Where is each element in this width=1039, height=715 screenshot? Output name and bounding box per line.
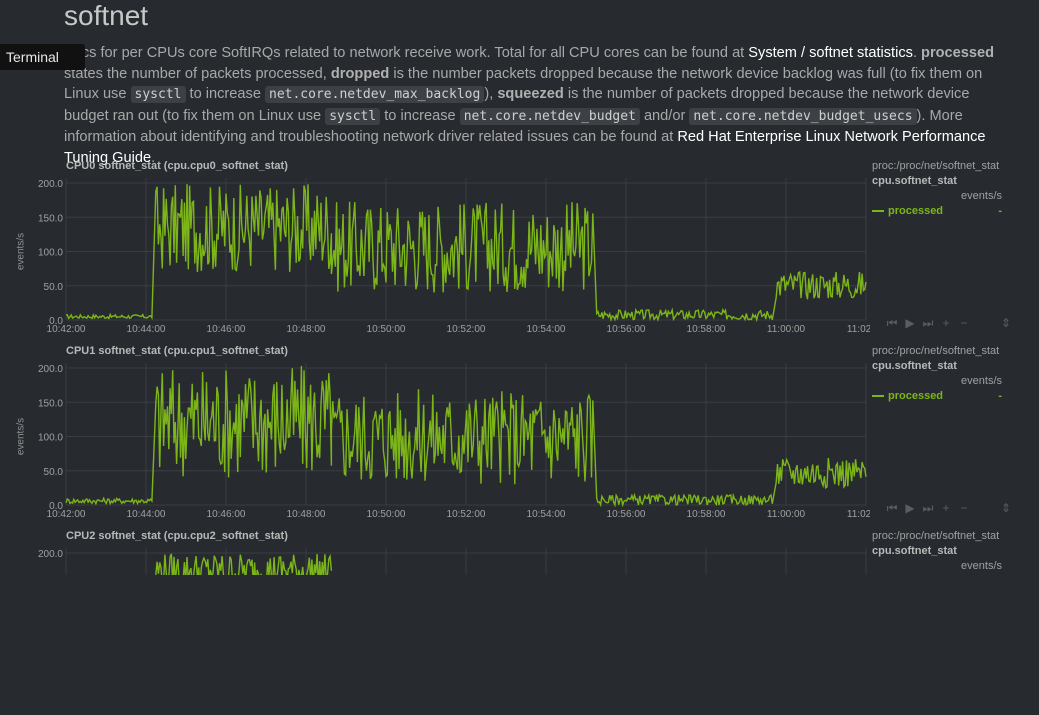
x-tick-label: 10:50:00 — [367, 509, 406, 520]
chart-context: proc:/proc/net/softnet_stat — [872, 160, 1000, 172]
x-tick-label: 10:54:00 — [527, 509, 566, 520]
page-title: softnet — [64, 0, 149, 31]
desc-text: . — [912, 45, 922, 61]
desc-term-processed: processed — [921, 45, 995, 61]
chart-family: cpu.softnet_stat — [872, 175, 957, 187]
code-netdev-max-backlog: net.core.netdev_max_backlog — [265, 86, 485, 104]
y-tick-label: 50.0 — [44, 282, 64, 293]
chart-context: proc:/proc/net/softnet_stat — [872, 345, 1000, 357]
legend-swatch — [872, 210, 884, 213]
x-tick-label: 10:54:00 — [527, 324, 566, 335]
y-tick-label: 100.0 — [38, 248, 63, 259]
zoom-in-icon[interactable]: + — [939, 316, 953, 331]
x-tick-label: 10:58:00 — [687, 509, 726, 520]
x-tick-label: 10:46:00 — [207, 324, 246, 335]
resize-icon[interactable]: ⇕ — [999, 316, 1013, 331]
x-tick-label: 10:58:00 — [687, 324, 726, 335]
zoom-out-icon[interactable]: − — [957, 316, 971, 331]
section-description: istics for per CPUs core SoftIRQs relate… — [64, 43, 1014, 169]
y-tick-label: 200.0 — [38, 179, 63, 190]
zoom-out-icon[interactable]: − — [957, 501, 971, 516]
desc-term-squeezed: squeezed — [497, 86, 564, 103]
chart-legend: proc:/proc/net/softnet_stat cpu.softnet_… — [872, 530, 1012, 572]
zoom-in-icon[interactable]: + — [939, 501, 953, 516]
chart-cpu0-softnet[interactable]: CPU0 softnet_stat (cpu.cpu0_softnet_stat… — [0, 160, 1039, 345]
x-tick-label: 10:52:00 — [447, 324, 486, 335]
x-tick-label: 10:44:00 — [127, 509, 166, 520]
legend-value: - — [998, 205, 1002, 217]
y-tick-label: 200.0 — [38, 364, 63, 375]
legend-value: - — [998, 390, 1002, 402]
chart-cpu1-softnet[interactable]: CPU1 softnet_stat (cpu.cpu1_softnet_stat… — [0, 345, 1039, 530]
chart-units: events/s — [961, 190, 1002, 202]
chart-family: cpu.softnet_stat — [872, 360, 957, 372]
chart-units: events/s — [961, 375, 1002, 387]
chart-toolbar: ⏮ ▶ ⏭ + − ⇕ — [885, 316, 1013, 331]
x-tick-label: 11:00:00 — [767, 324, 806, 335]
play-icon[interactable]: ▶ — [903, 316, 917, 331]
y-tick-label: 200.0 — [38, 549, 63, 560]
desc-term-dropped: dropped — [330, 65, 390, 82]
chart-plot[interactable]: 10:42:00 10:44:00 10:46:00 10:48:00 10:50:00… — [0, 345, 870, 530]
desc-text: to increase — [380, 107, 460, 124]
desc-text: to increase — [185, 86, 265, 103]
legend-label: processed — [888, 205, 944, 217]
desc-text: istics for per CPUs core SoftIRQs relate… — [64, 45, 749, 61]
forward-icon[interactable]: ⏭ — [921, 316, 935, 331]
x-tick-label: 10:56:00 — [607, 324, 646, 335]
x-tick-label: 10:48:00 — [287, 509, 326, 520]
chart-toolbar: ⏮ ▶ ⏭ + − ⇕ — [885, 501, 1013, 516]
legend-item-processed[interactable]: processed - — [872, 390, 1012, 402]
rewind-icon[interactable]: ⏮ — [885, 316, 899, 331]
desc-text: and/or — [639, 107, 690, 124]
code-sysctl: sysctl — [325, 107, 381, 125]
x-tick-label: 10:52:00 — [447, 509, 486, 520]
legend-label: processed — [888, 390, 944, 402]
desc-text: states the number of packets processed, — [64, 65, 331, 82]
desc-text: ), — [484, 86, 498, 103]
series-line-processed — [155, 553, 333, 575]
chart-plot[interactable]: 200.0 — [0, 530, 870, 575]
x-tick-label: 10:56:00 — [607, 509, 646, 520]
terminal-tooltip: Terminal — [0, 44, 85, 70]
code-netdev-budget-usecs: net.core.netdev_budget_usecs — [689, 107, 917, 125]
chart-legend: proc:/proc/net/softnet_stat cpu.softnet_… — [872, 160, 1012, 217]
chart-legend: proc:/proc/net/softnet_stat cpu.softnet_… — [872, 345, 1012, 402]
x-tick-label: 10:48:00 — [287, 324, 326, 335]
y-tick-label: 150.0 — [38, 398, 63, 409]
chart-context: proc:/proc/net/softnet_stat — [872, 530, 1000, 542]
rewind-icon[interactable]: ⏮ — [885, 501, 899, 516]
x-tick-label: 11:02:00 — [847, 324, 870, 335]
y-tick-label: 150.0 — [38, 213, 63, 224]
code-sysctl: sysctl — [130, 86, 186, 104]
system-softnet-link[interactable]: System / softnet statistics — [748, 45, 913, 61]
chart-plot[interactable]: 10:42:00 10:44:00 10:46:00 10:48:00 10:50:00… — [0, 160, 870, 345]
y-tick-label: 0.0 — [49, 316, 63, 327]
play-icon[interactable]: ▶ — [903, 501, 917, 516]
code-netdev-budget: net.core.netdev_budget — [459, 107, 640, 125]
chart-units: events/s — [961, 560, 1002, 572]
legend-swatch — [872, 395, 884, 398]
legend-item-processed[interactable]: processed - — [872, 205, 1012, 217]
y-tick-label: 0.0 — [49, 501, 63, 512]
x-tick-label: 10:50:00 — [367, 324, 406, 335]
y-tick-label: 50.0 — [44, 467, 64, 478]
chart-family: cpu.softnet_stat — [872, 545, 957, 557]
y-tick-label: 100.0 — [38, 433, 63, 444]
chart-cpu2-softnet[interactable]: CPU2 softnet_stat (cpu.cpu2_softnet_stat… — [0, 530, 1039, 715]
x-tick-label: 10:46:00 — [207, 509, 246, 520]
x-tick-label: 10:44:00 — [127, 324, 166, 335]
forward-icon[interactable]: ⏭ — [921, 501, 935, 516]
resize-icon[interactable]: ⇕ — [999, 501, 1013, 516]
x-tick-label: 11:00:00 — [767, 509, 806, 520]
x-tick-label: 11:02:00 — [847, 509, 870, 520]
